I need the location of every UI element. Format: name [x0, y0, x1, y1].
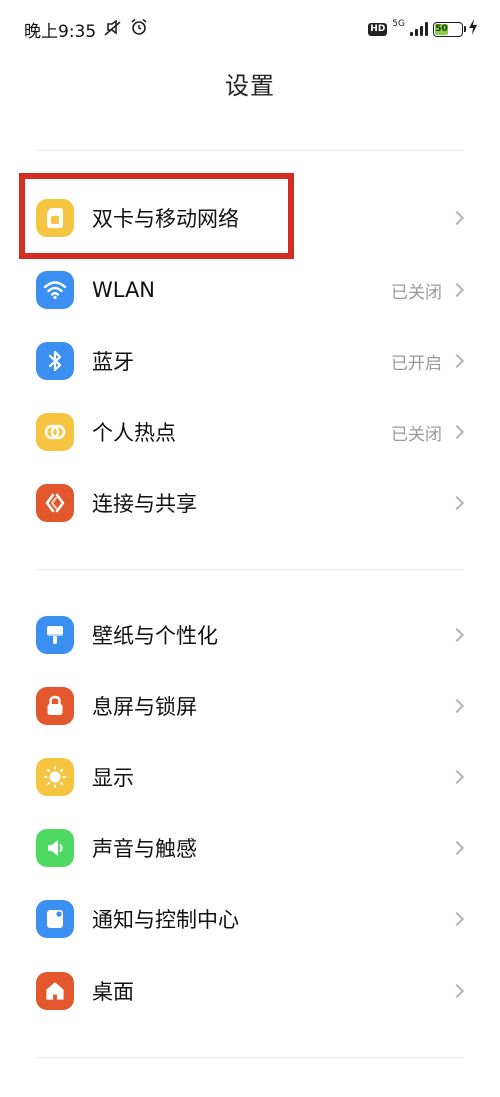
row-label: 通知与控制中心 [92, 908, 239, 932]
battery-level: 50 [435, 23, 448, 35]
chevron-right-icon [449, 353, 465, 369]
settings-row-display[interactable]: 显示 [36, 747, 466, 807]
connection-share-icon [36, 484, 74, 522]
wifi-icon [36, 271, 74, 309]
hd-badge: HD [368, 22, 388, 36]
settings-row-wallpaper[interactable]: 壁纸与个性化 [36, 605, 466, 665]
row-label: 壁纸与个性化 [92, 624, 218, 648]
chevron-right-icon [449, 840, 465, 856]
settings-row-hotspot[interactable]: 个人热点 已关闭 [36, 402, 466, 462]
network-type: 5G [392, 18, 405, 29]
row-label: 声音与触感 [92, 837, 197, 861]
brightness-icon [36, 758, 74, 796]
clock: 晚上9:35 [24, 21, 97, 42]
wallpaper-brush-icon [36, 616, 74, 654]
notification-icon [36, 900, 74, 938]
chevron-right-icon [449, 911, 465, 927]
status-bar-left: 晚上9:35 [24, 17, 148, 42]
chevron-right-icon [449, 210, 465, 226]
settings-row-connection-share[interactable]: 连接与共享 [36, 473, 466, 533]
chevron-right-icon [449, 495, 465, 511]
chevron-right-icon [449, 983, 465, 999]
chevron-right-icon [449, 282, 465, 298]
page-title: 设置 [225, 72, 275, 100]
hotspot-icon [36, 413, 74, 451]
settings-row-desktop[interactable]: 桌面 [36, 961, 466, 1021]
divider [36, 150, 464, 151]
settings-row-lock-screen[interactable]: 息屏与锁屏 [36, 676, 466, 736]
row-label: 连接与共享 [92, 492, 197, 516]
chevron-right-icon [449, 627, 465, 643]
settings-screen: 晚上9:35 HD 5G 50 设置 双卡与移动网络 WLAN 已关闭 蓝牙 已… [0, 0, 500, 1097]
speaker-icon [36, 829, 74, 867]
lock-icon [36, 687, 74, 725]
settings-row-bluetooth[interactable]: 蓝牙 已开启 [36, 331, 466, 391]
row-label: 个人热点 [92, 421, 176, 445]
status-bar-right: HD 5G 50 [368, 19, 478, 39]
home-icon [36, 972, 74, 1010]
alarm-icon [130, 18, 148, 41]
battery-icon: 50 [433, 21, 466, 37]
row-label: 桌面 [92, 980, 134, 1004]
row-value: 已关闭 [391, 424, 442, 445]
row-value: 已开启 [391, 353, 442, 374]
divider [36, 569, 464, 570]
signal-icon [410, 22, 428, 36]
row-label: WLAN [92, 278, 156, 302]
row-value: 已关闭 [391, 282, 442, 303]
chevron-right-icon [449, 698, 465, 714]
charging-icon [468, 19, 478, 39]
divider [36, 1057, 464, 1058]
chevron-right-icon [449, 424, 465, 440]
highlight-box [19, 173, 294, 259]
settings-row-sound[interactable]: 声音与触感 [36, 818, 466, 878]
chevron-right-icon [449, 769, 465, 785]
mute-vibrate-icon [102, 19, 124, 38]
row-label: 蓝牙 [92, 350, 134, 374]
row-label: 显示 [92, 766, 134, 790]
settings-row-wlan[interactable]: WLAN 已关闭 [36, 260, 466, 320]
row-label: 息屏与锁屏 [92, 695, 197, 719]
settings-row-notifications[interactable]: 通知与控制中心 [36, 889, 466, 949]
bluetooth-icon [36, 342, 74, 380]
status-bar: 晚上9:35 HD 5G 50 [0, 0, 500, 58]
